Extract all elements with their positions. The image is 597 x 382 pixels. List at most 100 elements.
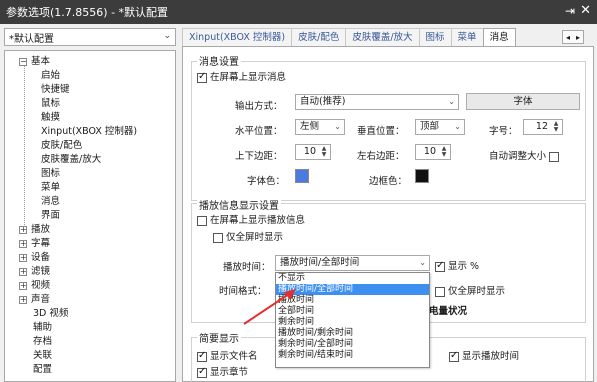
- annotation-arrow-icon: [243, 289, 296, 325]
- expand-icon[interactable]: +: [19, 225, 27, 234]
- show-messages-checkbox[interactable]: 在屏幕上显示消息: [197, 69, 286, 83]
- chevron-down-icon: ⌄: [419, 258, 426, 267]
- checkbox-checked-icon[interactable]: [435, 260, 445, 272]
- tree-item[interactable]: 菜单: [41, 181, 60, 194]
- title-bar: 参数选项(1.7.8556) - *默认配置 ⇥ ✕: [0, 0, 597, 24]
- hpos-select[interactable]: 左侧 ⌄: [295, 119, 345, 135]
- checkbox-unchecked-icon[interactable]: [197, 215, 207, 226]
- tree-item-label: 触摸: [41, 112, 61, 123]
- checkbox-checked-icon[interactable]: [197, 350, 207, 362]
- scroll-left-icon[interactable]: ◂: [566, 33, 570, 42]
- profile-select[interactable]: *默认配置 ⌄: [4, 28, 176, 46]
- tree-item[interactable]: + 声音: [19, 293, 50, 306]
- hmargin-label: 左右边距：: [357, 151, 405, 162]
- checkbox-unchecked-icon[interactable]: [549, 151, 560, 162]
- tree-item-label: 存档: [33, 336, 53, 347]
- pin-icon[interactable]: ⇥: [565, 4, 575, 18]
- tree-guide-line: [24, 63, 25, 225]
- tree-item[interactable]: 鼠标: [41, 97, 60, 110]
- tree-item-label: 字幕: [31, 238, 51, 249]
- tree-item[interactable]: − 基本: [19, 55, 50, 68]
- font-button[interactable]: 字体: [466, 93, 580, 110]
- tree-item[interactable]: 存档: [19, 335, 52, 348]
- vmargin-spinner[interactable]: 10 ▲ ▼: [295, 144, 331, 160]
- tree-item[interactable]: 关联: [19, 349, 52, 362]
- tab-scroll-buttons[interactable]: ◂ ▸: [562, 30, 584, 44]
- tree-item[interactable]: 辅助: [19, 321, 52, 334]
- spin-arrows-icon[interactable]: ▲ ▼: [551, 121, 561, 133]
- tree-item[interactable]: 配置: [19, 363, 52, 376]
- tab[interactable]: 皮肤/配色: [291, 28, 347, 47]
- spin-arrows-icon[interactable]: ▲ ▼: [319, 146, 329, 158]
- tree-item[interactable]: + 字幕: [19, 237, 50, 250]
- tree-item[interactable]: 启始: [41, 69, 60, 82]
- tab[interactable]: 皮肤覆盖/放大: [345, 28, 420, 47]
- show-chapter-checkbox[interactable]: 显示章节: [197, 364, 248, 378]
- tree-item-label: 设备: [31, 252, 51, 263]
- vmargin-label: 上下边距：: [235, 151, 283, 162]
- tab[interactable]: 菜单: [450, 28, 484, 47]
- tree-item[interactable]: 3D 视频: [19, 307, 68, 320]
- tree-item[interactable]: 界面: [41, 209, 60, 222]
- tree-item[interactable]: + 滤镜: [19, 265, 50, 278]
- tab[interactable]: 图标: [418, 28, 452, 47]
- dropdown-option[interactable]: 剩余时间/结束时间: [276, 350, 429, 361]
- show-playinfo-checkbox[interactable]: 在屏幕上显示播放信息: [197, 212, 305, 226]
- show-filename-checkbox[interactable]: 显示文件名: [197, 348, 258, 362]
- expand-icon[interactable]: +: [19, 281, 27, 290]
- checkbox-unchecked-icon[interactable]: [435, 286, 445, 297]
- tree-item[interactable]: 消息: [41, 195, 60, 208]
- hpos-label: 水平位置：: [235, 126, 283, 137]
- tab[interactable]: 消息: [482, 28, 516, 47]
- close-icon[interactable]: ✕: [580, 3, 591, 18]
- tree-item-label: 消息: [41, 196, 61, 207]
- tree-item[interactable]: 触摸: [41, 111, 60, 124]
- tree-item[interactable]: 快捷键: [41, 83, 70, 96]
- expand-icon[interactable]: +: [19, 267, 27, 276]
- checkbox-checked-icon[interactable]: [197, 366, 207, 378]
- tree-item[interactable]: 图标: [41, 167, 60, 180]
- brief-title: 简要显示: [197, 330, 241, 345]
- font-color-swatch[interactable]: [295, 169, 309, 183]
- autosize-checkbox[interactable]: 自动调整大小: [489, 148, 562, 162]
- size-label: 字号：: [489, 126, 518, 137]
- bordercolor-label: 边框色：: [369, 176, 408, 187]
- time-label: 播放时间：: [223, 262, 271, 273]
- show-percent-checkbox[interactable]: 显示 %: [435, 258, 479, 272]
- checkbox-checked-icon[interactable]: [449, 350, 459, 362]
- tree-item[interactable]: + 播放: [19, 223, 50, 236]
- settings-tree[interactable]: − 基本 启始 快捷键 鼠标 触摸 Xinput(XBOX 控制器) 皮肤/配色 皮肤覆盖/放大…: [4, 50, 176, 382]
- output-label: 输出方式：: [235, 101, 283, 112]
- time-select[interactable]: 播放时间/全部时间 ⌄: [275, 255, 430, 271]
- tree-item[interactable]: + 视频: [19, 279, 50, 292]
- msg-settings-title: 消息设置: [197, 53, 241, 68]
- checkbox-unchecked-icon[interactable]: [213, 232, 223, 243]
- checkbox-checked-icon[interactable]: [197, 71, 207, 83]
- tree-item-label: 皮肤/配色: [41, 140, 83, 151]
- fullscreen-only-checkbox[interactable]: 仅全屏时显示: [213, 229, 283, 243]
- tree-item[interactable]: 皮肤覆盖/放大: [41, 153, 101, 166]
- collapse-icon[interactable]: −: [19, 57, 27, 66]
- border-color-swatch[interactable]: [415, 169, 429, 183]
- hmargin-spinner[interactable]: 10 ▲ ▼: [415, 144, 451, 160]
- vpos-select[interactable]: 顶部 ⌄: [415, 119, 465, 135]
- dropdown-option[interactable]: 剩余时间/全部时间: [276, 339, 429, 350]
- expand-icon[interactable]: +: [19, 295, 27, 304]
- output-select[interactable]: 自动(推荐) ⌄: [295, 94, 459, 110]
- spin-arrows-icon[interactable]: ▲ ▼: [439, 146, 449, 158]
- tree-item[interactable]: Xinput(XBOX 控制器): [41, 125, 137, 138]
- tab[interactable]: Xinput(XBOX 控制器): [182, 28, 293, 47]
- chevron-down-icon: ⌄: [163, 31, 171, 41]
- expand-icon[interactable]: +: [19, 239, 27, 248]
- tree-item[interactable]: + 设备: [19, 251, 50, 264]
- fullscreen-only2-checkbox[interactable]: 仅全屏时显示: [435, 283, 505, 297]
- tree-item[interactable]: 皮肤/配色: [41, 139, 82, 152]
- chevron-down-icon: ⌄: [448, 97, 455, 106]
- size-spinner[interactable]: 12 ▲ ▼: [523, 119, 563, 135]
- scroll-right-icon[interactable]: ▸: [576, 33, 580, 42]
- expand-icon[interactable]: +: [19, 253, 27, 262]
- window-title: 参数选项(1.7.8556) - *默认配置: [6, 6, 169, 19]
- tree-item-label: 基本: [31, 56, 51, 67]
- show-playtime-checkbox[interactable]: 显示播放时间: [449, 348, 519, 362]
- tree-item-label: 滤镜: [31, 266, 51, 277]
